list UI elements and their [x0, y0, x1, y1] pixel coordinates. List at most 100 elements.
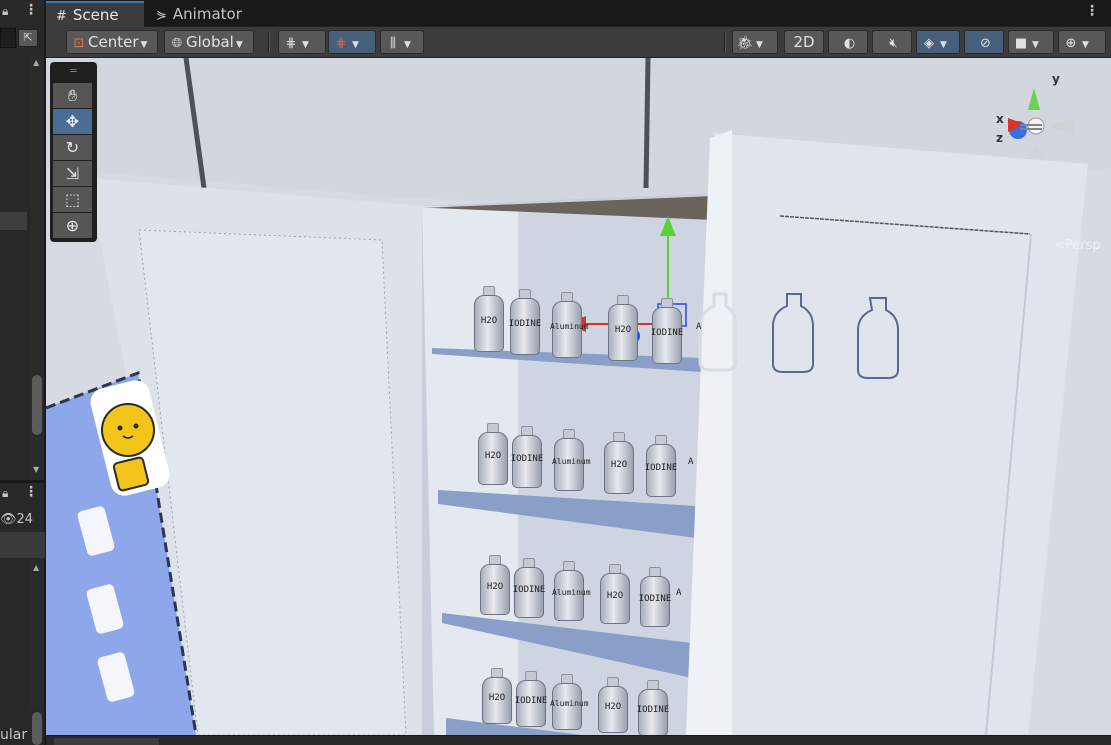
bottle[interactable]: IODINE — [644, 435, 678, 497]
bottle-label: H2O — [486, 582, 504, 592]
bottle-label: IODINE — [514, 696, 548, 706]
animator-icon: ⋟ — [156, 8, 167, 23]
bottle[interactable]: IODINE — [650, 298, 684, 364]
overlay-grip-icon[interactable]: ═ — [53, 66, 94, 82]
grid-toggle-dropdown[interactable]: ⋕ ▼ — [278, 30, 326, 54]
tab-menu-icon[interactable]: ⋮ — [1085, 3, 1099, 19]
bottle-label: IODINE — [512, 585, 546, 595]
gizmo-icon: ⊕ — [1065, 36, 1077, 51]
bottle[interactable]: Aluminum — [550, 292, 589, 358]
space-label: Global — [186, 33, 234, 51]
hierarchy-panel-strip: 🔒︎ ⋮ ⇱ ▲ ▼ 🔒︎ ⋮ 👁︎24 ▲ ular — [0, 0, 45, 745]
tab-scene[interactable]: # Scene — [46, 1, 144, 27]
scene-visibility-button[interactable]: ⊘ — [964, 30, 1004, 54]
transform-tool-button[interactable]: ⊕ — [53, 213, 92, 238]
lock-icon[interactable]: 🔒︎ — [2, 486, 8, 501]
2d-toggle-button[interactable]: 2D — [784, 30, 824, 54]
panel-menu-icon[interactable]: ⋮ — [24, 2, 38, 18]
hand-tool-button[interactable]: ✋︎ — [53, 83, 92, 108]
2d-label: 2D — [793, 33, 815, 51]
rotate-icon: ↻ — [65, 138, 80, 157]
gizmo-drag-handle[interactable] — [1020, 124, 1042, 130]
bottle[interactable]: H2O — [602, 432, 636, 494]
chevron-down-icon: ▼ — [352, 40, 359, 50]
tab-scene-label: Scene — [72, 6, 119, 24]
bottle[interactable]: IODINE — [510, 426, 544, 488]
lighting-toggle-button[interactable]: ◐ — [828, 30, 868, 54]
project-scrollbar[interactable] — [30, 560, 44, 710]
eye-slash-icon: ⊘ — [980, 36, 991, 51]
effects-dropdown[interactable]: ◈ ▼ — [916, 30, 960, 54]
pivot-icon: ⊡ — [73, 36, 85, 51]
speaker-muted-icon: 🔇︎ — [889, 36, 898, 51]
move-arrows-icon: ✥ — [65, 112, 80, 131]
bottle[interactable]: IODINE — [508, 289, 542, 355]
bottle-label: H2O — [610, 460, 628, 470]
bottle[interactable]: H2O — [476, 423, 510, 485]
projection-toggle[interactable]: <Persp — [1054, 238, 1101, 253]
bottle[interactable]: IODINE — [512, 558, 546, 618]
bottle[interactable]: H2O — [606, 295, 640, 361]
camera-dropdown[interactable]: ■ ▼ — [1008, 30, 1054, 54]
bottle[interactable]: H2O — [478, 555, 512, 615]
bottle[interactable]: H2O — [472, 286, 506, 352]
lock-icon[interactable]: 🔒︎ — [2, 4, 14, 18]
scroll-up-icon[interactable]: ▲ — [33, 58, 39, 67]
panel-menu-icon[interactable]: ⋮ — [24, 484, 38, 500]
bottle-label: Aluminum — [550, 699, 589, 708]
gizmos-dropdown[interactable]: ⊕ ▼ — [1058, 30, 1106, 54]
scroll-up-icon[interactable]: ▲ — [33, 563, 39, 572]
scene-render — [46, 58, 1111, 735]
tab-animator-label: Animator — [172, 5, 242, 23]
rotate-tool-button[interactable]: ↻ — [53, 135, 92, 160]
bottle-label: A — [688, 457, 694, 468]
bottle[interactable]: Aluminum — [552, 561, 591, 621]
space-global-dropdown[interactable]: 🌐︎ Global ▼ — [164, 30, 254, 54]
snap-toggle-dropdown[interactable]: ⋕ ▼ — [328, 30, 376, 54]
transform-tools-overlay: ═ ✋︎ ✥ ↻ ⇲ ⬚ ⊕ — [50, 62, 97, 242]
search-field[interactable] — [0, 28, 16, 48]
bottle-label: H2O — [484, 451, 502, 461]
bottle[interactable]: Aluminum — [550, 674, 589, 730]
camera-icon: ■ — [1014, 36, 1028, 51]
bottom-tab[interactable] — [54, 738, 159, 745]
move-tool-button[interactable]: ✥ — [53, 109, 92, 134]
panel-divider[interactable] — [0, 480, 45, 483]
chevron-down-icon: ▼ — [140, 40, 148, 50]
bottle[interactable]: IODINE — [638, 567, 672, 627]
bottle[interactable]: IODINE — [514, 671, 548, 727]
scrollbar-thumb[interactable] — [32, 712, 42, 745]
scene-toolbar: ⊡ Center ▼ 🌐︎ Global ▼ ⋕ ▼ ⋕ ▼ ⫼ ▼ 🐞︎ ▼ 2D ◐ 🔇︎ … — [46, 27, 1111, 58]
bottle[interactable]: Aluminum — [552, 429, 591, 491]
pivot-center-dropdown[interactable]: ⊡ Center ▼ — [66, 30, 158, 54]
rect-tool-button[interactable]: ⬚ — [53, 187, 92, 212]
eye-slash-icon: 👁︎ — [0, 512, 17, 527]
scroll-down-icon[interactable]: ▼ — [33, 465, 39, 474]
chevron-down-icon: ▼ — [302, 40, 309, 50]
selected-row[interactable] — [0, 212, 27, 230]
scrollbar-thumb[interactable] — [32, 375, 42, 435]
ping-button[interactable]: ⇱ — [18, 29, 38, 47]
snap-icon: ⋕ — [335, 36, 347, 51]
visibility-count[interactable]: 👁︎24 — [0, 510, 45, 530]
bottle[interactable]: H2O — [598, 564, 632, 624]
project-row[interactable] — [0, 532, 45, 558]
scale-tool-button[interactable]: ⇲ — [53, 161, 92, 186]
increment-snap-dropdown[interactable]: ⫼ ▼ — [380, 30, 424, 54]
scene-viewport[interactable]: H2O IODINE Aluminum H2O IODINE A H2O IODI… — [46, 58, 1111, 735]
tab-animator[interactable]: ⋟ Animator — [146, 2, 246, 27]
toolbar-separator — [724, 32, 726, 52]
bottle[interactable]: IODINE — [636, 680, 670, 735]
grid-axis-icon: ⋕ — [285, 36, 297, 51]
debug-draw-dropdown[interactable]: 🐞︎ ▼ — [732, 30, 778, 54]
chevron-down-icon: ▼ — [235, 40, 243, 50]
bottle[interactable]: H2O — [480, 668, 514, 724]
transform-icon: ⊕ — [65, 216, 80, 235]
audio-toggle-button[interactable]: 🔇︎ — [872, 30, 912, 54]
layers-icon: ◈ — [924, 36, 934, 51]
chevron-down-icon: ▼ — [1082, 40, 1089, 50]
bottle[interactable]: H2O — [596, 677, 630, 733]
globe-icon: 🌐︎ — [171, 36, 183, 51]
visible-count-label: 24 — [16, 512, 34, 527]
bottle-label: H2O — [488, 693, 506, 703]
